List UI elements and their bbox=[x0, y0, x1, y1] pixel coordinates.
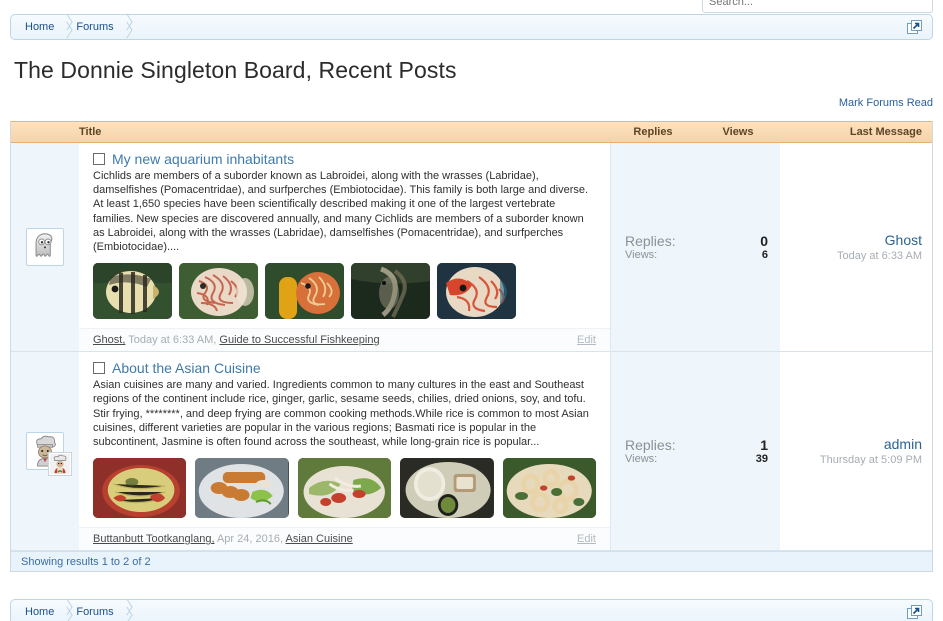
post-date: Apr 24, 2016, bbox=[216, 533, 284, 546]
counts-cell: Replies: 1 Views: 39 bbox=[610, 352, 780, 551]
views-line: Views: 6 bbox=[625, 249, 768, 261]
bottom-breadcrumb-item-home[interactable]: Home bbox=[11, 600, 54, 621]
counts-cell: Replies: 0 Views: 6 bbox=[610, 143, 780, 352]
post-meta: Ghost, Today at 6:33 AM, Guide to Succes… bbox=[79, 328, 610, 352]
thread-header: About the Asian Cuisine bbox=[93, 360, 596, 376]
attachment-thumbnail[interactable] bbox=[351, 263, 430, 320]
mark-forums-read-link[interactable]: Mark Forums Read bbox=[839, 97, 933, 109]
column-header-title: Title bbox=[79, 126, 102, 138]
thread-cell: My new aquarium inhabitants Cichlids are… bbox=[79, 143, 610, 352]
column-header-replies: Replies bbox=[633, 126, 673, 138]
breadcrumb-separator-icon bbox=[122, 14, 136, 40]
search-input[interactable] bbox=[702, 0, 933, 13]
breadcrumb-separator-icon bbox=[62, 599, 76, 621]
thread-select-checkbox[interactable] bbox=[93, 153, 105, 165]
table-header-row: Title Replies Views Last Message bbox=[11, 121, 932, 143]
open-in-new-window-icon[interactable] bbox=[907, 20, 922, 35]
top-bar bbox=[0, 0, 943, 14]
bottom-breadcrumb-wrap: Home Forums bbox=[0, 599, 943, 621]
breadcrumb: Home Forums bbox=[10, 14, 933, 40]
views-value: 39 bbox=[755, 453, 768, 466]
last-message-cell: Ghost Today at 6:33 AM bbox=[780, 143, 932, 352]
last-message-user-link[interactable]: admin bbox=[884, 436, 922, 452]
views-label: Views: bbox=[625, 453, 658, 466]
thread-snippet: Cichlids are members of a suborder known… bbox=[93, 170, 589, 254]
chef-badge-icon bbox=[48, 452, 72, 477]
thread-cell: About the Asian Cuisine Asian cuisines a… bbox=[79, 352, 610, 551]
attachment-thumbnail[interactable] bbox=[179, 263, 258, 320]
attachment-thumbnail[interactable] bbox=[195, 458, 289, 519]
bottom-breadcrumb: Home Forums bbox=[10, 599, 933, 621]
views-label: Views: bbox=[625, 249, 658, 262]
views-line: Views: 39 bbox=[625, 453, 768, 465]
attachment-thumbnail[interactable] bbox=[400, 458, 494, 519]
table-row: My new aquarium inhabitants Cichlids are… bbox=[11, 143, 932, 353]
attachment-thumbnail[interactable] bbox=[502, 458, 597, 519]
thread-attachment-thumbnails bbox=[93, 263, 596, 320]
edit-link[interactable]: Edit bbox=[577, 533, 596, 545]
post-author-link[interactable]: Ghost, bbox=[93, 334, 125, 346]
page-title: The Donnie Singleton Board, Recent Posts bbox=[14, 57, 457, 83]
last-message-cell: admin Thursday at 5:09 PM bbox=[780, 352, 932, 551]
threads-table: Title Replies Views Last Message My new … bbox=[10, 121, 933, 573]
open-in-new-window-icon[interactable] bbox=[907, 605, 922, 620]
avatar-cell bbox=[11, 352, 79, 551]
thread-title-link[interactable]: About the Asian Cuisine bbox=[112, 360, 261, 376]
last-message-date: Today at 6:33 AM bbox=[837, 250, 922, 263]
avatar[interactable] bbox=[26, 432, 72, 477]
post-forum-link[interactable]: Asian Cuisine bbox=[285, 533, 352, 545]
avatar-cell bbox=[11, 143, 79, 352]
ghost-avatar-icon bbox=[29, 231, 61, 263]
replies-label: Replies: bbox=[625, 437, 676, 454]
column-header-views: Views bbox=[722, 126, 754, 138]
breadcrumb-item-home[interactable]: Home bbox=[11, 15, 54, 39]
table-row: About the Asian Cuisine Asian cuisines a… bbox=[11, 352, 932, 552]
thread-header: My new aquarium inhabitants bbox=[93, 151, 596, 167]
column-header-last-message: Last Message bbox=[849, 126, 922, 138]
post-date: Today at 6:33 AM, bbox=[128, 334, 217, 347]
thread-title-link[interactable]: My new aquarium inhabitants bbox=[112, 151, 294, 167]
replies-value: 0 bbox=[760, 233, 768, 250]
thread-attachment-thumbnails bbox=[93, 458, 597, 519]
replies-line: Replies: 0 bbox=[625, 233, 768, 249]
last-message-date: Thursday at 5:09 PM bbox=[819, 454, 922, 467]
attachment-thumbnail[interactable] bbox=[265, 263, 344, 320]
post-meta: Buttanbutt Tootkanglang, Apr 24, 2016, A… bbox=[79, 527, 610, 551]
bottom-breadcrumb-item-forums[interactable]: Forums bbox=[76, 600, 113, 621]
attachment-thumbnail[interactable] bbox=[297, 458, 392, 519]
attachment-thumbnail[interactable] bbox=[93, 458, 187, 519]
last-message-user-link[interactable]: Ghost bbox=[885, 232, 922, 248]
results-status: Showing results 1 to 2 of 2 bbox=[11, 551, 932, 572]
replies-value: 1 bbox=[760, 437, 768, 454]
attachment-thumbnail[interactable] bbox=[93, 263, 172, 320]
breadcrumb-separator-icon bbox=[62, 14, 76, 40]
avatar[interactable] bbox=[26, 228, 64, 267]
post-author-link[interactable]: Buttanbutt Tootkanglang, bbox=[93, 533, 215, 545]
replies-label: Replies: bbox=[625, 233, 676, 250]
thread-select-checkbox[interactable] bbox=[93, 362, 105, 375]
breadcrumb-item-forums[interactable]: Forums bbox=[76, 15, 113, 39]
breadcrumb-separator-icon bbox=[122, 599, 136, 621]
replies-line: Replies: 1 bbox=[625, 437, 768, 453]
edit-link[interactable]: Edit bbox=[577, 334, 596, 346]
post-forum-link[interactable]: Guide to Successful Fishkeeping bbox=[219, 334, 379, 346]
thread-snippet: Asian cuisines are many and varied. Ingr… bbox=[93, 379, 589, 449]
attachment-thumbnail[interactable] bbox=[437, 263, 516, 320]
views-value: 6 bbox=[761, 249, 768, 262]
mark-forums-read-row: Mark Forums Read bbox=[0, 97, 943, 113]
